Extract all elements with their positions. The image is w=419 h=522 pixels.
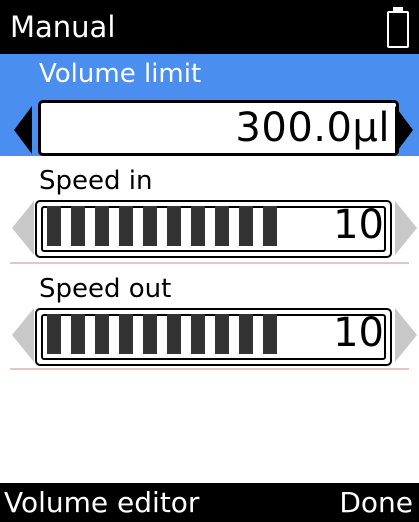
level-bar [215, 206, 229, 246]
speed-out-increase-arrow-icon[interactable] [395, 308, 417, 362]
level-bar [143, 206, 157, 246]
level-bar [95, 206, 109, 246]
speed-in-increase-arrow-icon[interactable] [395, 201, 417, 255]
level-bar [239, 206, 253, 246]
level-bar [47, 206, 61, 246]
level-bar [215, 314, 229, 354]
speed-out-label: Speed out [39, 274, 172, 304]
volume-limit-value-box[interactable]: 300.0µl [38, 100, 399, 156]
speed-in-row[interactable]: Speed in 10 [0, 156, 419, 264]
level-bar [71, 206, 85, 246]
level-bar [239, 314, 253, 354]
battery-icon [387, 7, 409, 48]
level-bar [263, 206, 277, 246]
level-bar [119, 314, 133, 354]
decrease-volume-arrow-icon[interactable] [14, 106, 32, 154]
volume-editor-softkey[interactable]: Volume editor [4, 486, 199, 520]
speed-in-decrease-arrow-icon[interactable] [12, 201, 34, 255]
volume-limit-label: Volume limit [39, 59, 202, 89]
level-bar [119, 206, 133, 246]
level-bar [191, 314, 205, 354]
done-softkey[interactable]: Done [339, 486, 413, 520]
speed-out-slider[interactable]: 10 [35, 308, 392, 366]
device-screen: Manual Volume limit 300.0µl Speed in 10 … [0, 0, 419, 522]
level-bar [263, 314, 277, 354]
level-bar [191, 206, 205, 246]
screen-title: Manual [10, 10, 116, 44]
title-bar: Manual [0, 0, 419, 54]
level-bar [47, 314, 61, 354]
speed-out-value: 10 [333, 310, 384, 356]
volume-limit-row[interactable]: Volume limit 300.0µl [0, 54, 419, 156]
increase-volume-arrow-icon[interactable] [395, 106, 413, 154]
speed-in-value: 10 [333, 202, 384, 248]
row-divider [10, 368, 409, 370]
level-bar [71, 314, 85, 354]
speed-out-row[interactable]: Speed out 10 [0, 264, 419, 370]
speed-in-slider[interactable]: 10 [35, 200, 392, 258]
level-bar [95, 314, 109, 354]
speed-out-decrease-arrow-icon[interactable] [12, 308, 34, 362]
level-bar [167, 314, 181, 354]
volume-limit-value: 300.0µl [235, 105, 390, 151]
level-bar [143, 314, 157, 354]
speed-in-label: Speed in [39, 166, 153, 196]
softkey-bar: Volume editor Done [0, 483, 419, 522]
level-bar [167, 206, 181, 246]
